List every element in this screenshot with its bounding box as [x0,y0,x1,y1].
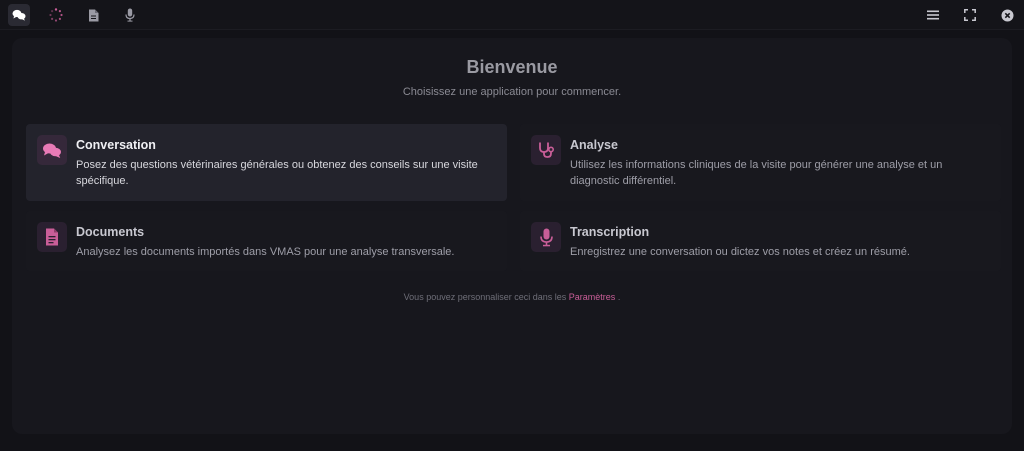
app-card-title: Documents [76,225,145,239]
close-button[interactable] [996,4,1018,26]
page-subtitle: Choisissez une application pour commence… [402,86,622,98]
document-icon [88,9,98,21]
top-toolbar [0,0,1024,30]
document-icon [46,228,58,246]
settings-hint-text: Vous pouvez personnaliser ceci dans les [403,292,569,302]
app-card-transcription[interactable]: Transcription Enregistrez une conversati… [520,211,1001,271]
spinner-icon [49,8,63,22]
app-card-analyse[interactable]: Analyse Utilisez les informations cliniq… [520,124,1001,201]
app-card-title: Analyse [570,138,618,152]
settings-link[interactable]: Paramètres [569,292,616,302]
chat-tab-button[interactable] [8,4,30,26]
menu-icon [927,10,939,20]
fullscreen-button[interactable] [959,4,981,26]
stethoscope-icon [539,142,555,158]
welcome-panel: Bienvenue Choisissez une application pou… [12,38,1012,434]
app-card-description: Enregistrez une conversation ou dictez v… [570,246,910,258]
chat-bubbles-icon [43,143,61,158]
fullscreen-icon [964,9,976,21]
app-card-description: Utilisez les informations cliniques de l… [570,159,943,187]
app-card-description: Analysez les documents importés dans VMA… [76,246,455,258]
app-card-documents[interactable]: Documents Analysez les documents importé… [26,211,507,271]
microphone-icon [539,228,553,246]
transcription-tab-button[interactable] [119,4,141,26]
close-icon [1001,9,1013,21]
analysis-tab-button[interactable] [45,4,67,26]
documents-tab-button[interactable] [82,4,104,26]
chat-icon [12,9,26,21]
menu-button[interactable] [922,4,944,26]
app-card-title: Conversation [76,138,156,152]
app-card-description: Posez des questions vétérinaires général… [76,159,478,187]
microphone-icon [125,8,135,22]
settings-hint: Vous pouvez personnaliser ceci dans les … [12,292,1012,302]
app-card-conversation[interactable]: Conversation Posez des questions vétérin… [26,124,507,201]
page-title: Bienvenue [466,57,558,77]
settings-hint-suffix: . [615,292,621,302]
app-card-title: Transcription [570,225,650,239]
